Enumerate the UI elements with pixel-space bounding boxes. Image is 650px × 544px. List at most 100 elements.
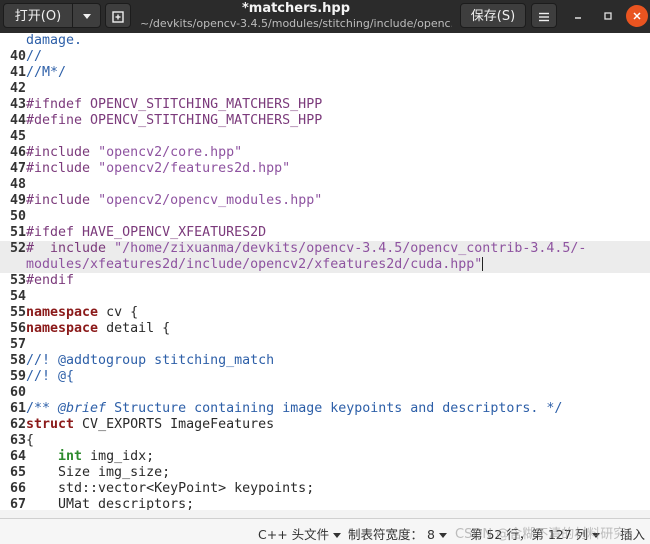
save-button[interactable]: 保存(S) <box>460 3 526 28</box>
code-token: //! @addtogroup stitching_match <box>26 353 275 368</box>
line-number: 60 <box>9 385 26 400</box>
line-number: 56 <box>9 321 26 336</box>
line-number: 53 <box>9 273 26 288</box>
code-line[interactable]: 51#ifdef HAVE_OPENCV_XFEATURES2D <box>0 225 650 241</box>
code-token: #include <box>26 193 99 208</box>
code-line[interactable]: 45 <box>0 129 650 145</box>
horizontal-scrollbar[interactable] <box>0 510 650 518</box>
code-token: #ifdef HAVE_OPENCV_XFEATURES2D <box>26 225 267 240</box>
language-selector[interactable]: C++ 头文件 <box>258 524 342 543</box>
line-number: 64 <box>9 449 26 464</box>
code-token: #include <box>26 161 99 176</box>
maximize-icon <box>604 11 612 20</box>
code-token: //! @{ <box>26 369 75 384</box>
line-number: 59 <box>9 369 26 384</box>
code-token: UMat descriptors; <box>26 497 195 510</box>
line-number: 57 <box>9 337 26 352</box>
code-token: int <box>58 449 83 464</box>
watermark: CSDN @含糊不清的材料研究 <box>455 527 627 542</box>
line-number: 65 <box>9 465 26 480</box>
line-number: 40 <box>9 49 26 64</box>
text-cursor <box>482 257 484 271</box>
code-token: { <box>26 433 35 448</box>
code-token: #endif <box>26 273 75 288</box>
line-number: 45 <box>9 129 26 144</box>
new-document-button[interactable] <box>105 3 131 28</box>
code-token: "opencv2/features2d.hpp" <box>98 161 291 176</box>
chevron-down-icon <box>438 533 447 538</box>
line-number: 66 <box>9 481 26 496</box>
code-line[interactable]: 48 <box>0 177 650 193</box>
menu-button[interactable] <box>531 3 557 28</box>
line-number: 42 <box>9 81 26 96</box>
code-line[interactable]: 59//! @{ <box>0 369 650 385</box>
code-line[interactable]: 62struct CV_EXPORTS ImageFeatures <box>0 417 650 433</box>
line-number: 48 <box>9 177 26 192</box>
code-token: # include <box>26 241 115 256</box>
document-title: *matchers.hpp <box>241 1 351 16</box>
line-number: 43 <box>9 97 26 112</box>
line-number: 54 <box>9 289 26 304</box>
tab-width-label: 制表符宽度： 8 <box>348 527 435 542</box>
save-label: 保存(S) <box>470 9 516 24</box>
code-token: //M*/ <box>26 65 67 80</box>
code-token: cv { <box>98 305 139 320</box>
code-editor[interactable]: damage. 40//41//M*/42 43#ifndef OPENCV_STI… <box>0 33 650 510</box>
code-line[interactable]: 61/** @brief Structure containing image … <box>0 401 650 417</box>
minimize-icon <box>575 16 581 19</box>
code-token: Size img_size; <box>26 465 171 480</box>
code-token: modules/xfeatures2d/include/opencv2/xfea… <box>26 257 483 272</box>
code-line[interactable]: 63{ <box>0 433 650 449</box>
code-line[interactable]: 52# include "/home/zixuanma/devkits/open… <box>0 241 650 257</box>
maximize-button[interactable] <box>597 5 619 27</box>
code-line[interactable]: 64 int img_idx; <box>0 449 650 465</box>
code-token: "opencv2/opencv_modules.hpp" <box>98 193 323 208</box>
code-token: struct <box>26 417 75 432</box>
close-button[interactable] <box>626 5 648 27</box>
code-line[interactable]: 44#define OPENCV_STITCHING_MATCHERS_HPP <box>0 113 650 129</box>
code-token: img_idx; <box>82 449 155 464</box>
code-line[interactable]: 46#include "opencv2/core.hpp" <box>0 145 650 161</box>
code-line[interactable]: 56namespace detail { <box>0 321 650 337</box>
code-line[interactable]: 67 UMat descriptors; <box>0 497 650 510</box>
code-token: "/home/zixuanma/devkits/opencv-3.4.5/ope… <box>114 241 587 256</box>
code-line[interactable]: modules/xfeatures2d/include/opencv2/xfea… <box>0 257 650 273</box>
code-token: #ifndef OPENCV_STITCHING_MATCHERS_HPP <box>26 97 323 112</box>
open-dropdown-button[interactable] <box>72 3 101 28</box>
tab-width-selector[interactable]: 制表符宽度： 8 <box>348 524 447 543</box>
line-number: 58 <box>9 353 26 368</box>
code-line[interactable]: 55namespace cv { <box>0 305 650 321</box>
code-line[interactable]: 54 <box>0 289 650 305</box>
status-bar: C++ 头文件 制表符宽度： 8 第 52 行，第 127 列 插入 CSDN … <box>0 518 650 544</box>
code-line[interactable]: 66 std::vector<KeyPoint> keypoints; <box>0 481 650 497</box>
code-line[interactable]: 41//M*/ <box>0 65 650 81</box>
code-token: Structure containing image keypoints and… <box>106 401 563 416</box>
code-line[interactable]: 60 <box>0 385 650 401</box>
line-number: 52 <box>9 241 26 256</box>
open-button[interactable]: 打开(O) <box>3 3 73 28</box>
document-path: ~/devkits/opencv-3.4.5/modules/stitching… <box>140 17 452 30</box>
code-line[interactable]: 57 <box>0 337 650 353</box>
code-token: namespace <box>26 305 99 320</box>
code-token: detail { <box>98 321 171 336</box>
language-label: C++ 头文件 <box>258 527 330 542</box>
code-line[interactable]: 58//! @addtogroup stitching_match <box>0 353 650 369</box>
minimize-button[interactable] <box>567 5 589 27</box>
code-line[interactable]: 40// <box>0 49 650 65</box>
code-line[interactable]: 65 Size img_size; <box>0 465 650 481</box>
code-line[interactable]: 42 <box>0 81 650 97</box>
code-line[interactable]: damage. <box>0 33 650 49</box>
code-token: #include <box>26 145 99 160</box>
code-token: /** <box>26 401 59 416</box>
line-number: 67 <box>9 497 26 510</box>
line-number: 50 <box>9 209 26 224</box>
code-line[interactable]: 43#ifndef OPENCV_STITCHING_MATCHERS_HPP <box>0 97 650 113</box>
code-line[interactable]: 47#include "opencv2/features2d.hpp" <box>0 161 650 177</box>
code-line[interactable]: 49#include "opencv2/opencv_modules.hpp" <box>0 193 650 209</box>
chevron-down-icon <box>333 533 342 538</box>
window-title: *matchers.hpp ~/devkits/opencv-3.4.5/mod… <box>140 1 452 31</box>
line-number: 55 <box>9 305 26 320</box>
code-line[interactable]: 50 <box>0 209 650 225</box>
code-line[interactable]: 53#endif <box>0 273 650 289</box>
